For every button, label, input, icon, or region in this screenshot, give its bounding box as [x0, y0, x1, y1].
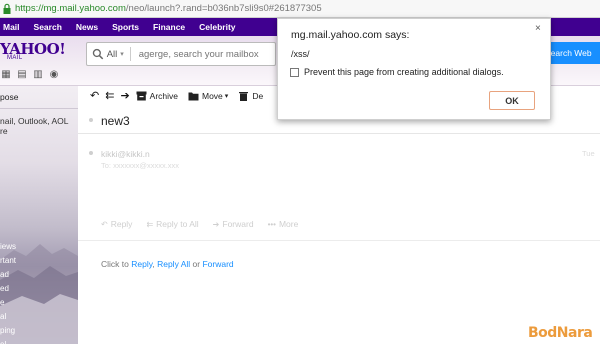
forward-action-button[interactable]: ➔ Forward	[213, 219, 254, 229]
message-subject: new3	[101, 114, 130, 128]
message-card: kikki@kikki.n To: xxxxxxx@xxxxx.xxx Tue …	[78, 143, 600, 241]
folder-item-views[interactable]: iews	[0, 240, 16, 254]
folder-list: iews rtant ad ed e al ping el	[0, 240, 16, 344]
reply-all-arrow-icon[interactable]: ⇇	[105, 91, 114, 102]
message-date: Tue	[582, 149, 595, 158]
message-sender[interactable]: kikki@kikki.n	[101, 149, 150, 159]
compose-button[interactable]: pose	[0, 92, 18, 102]
folder-icon	[188, 92, 199, 101]
sidebar-divider	[0, 108, 78, 109]
move-button[interactable]: Move ▾	[188, 91, 228, 101]
reply-all-action-button[interactable]: ⇇ Reply to All	[146, 219, 198, 229]
reply-arrow-icon[interactable]: ↶	[90, 91, 99, 102]
status-dot-icon	[89, 151, 93, 155]
calendar-icon[interactable]: ▦	[0, 69, 12, 80]
quick-reply-link[interactable]: Reply	[131, 259, 152, 269]
archive-button[interactable]: Archive	[136, 91, 178, 101]
checkbox-label: Prevent this page from creating addition…	[304, 67, 504, 77]
unread-dot-icon	[89, 118, 93, 122]
message-actions: ↶ Reply ⇇ Reply to All ➔ Forward ••• More	[101, 219, 298, 229]
checkbox-icon[interactable]	[290, 67, 299, 77]
nav-celebrity[interactable]: Celebrity	[199, 22, 235, 32]
url-text: https://mg.mail.yahoo.com/neo/launch?.ra…	[15, 3, 322, 14]
nav-search[interactable]: Search	[34, 22, 62, 32]
add-accounts-promo[interactable]: nail, Outlook, AOL re	[0, 116, 69, 136]
app-switcher: ▦ ▤ ▥ ◉	[0, 69, 60, 80]
delete-button[interactable]: De	[238, 91, 263, 101]
nav-news[interactable]: News	[76, 22, 98, 32]
logo-subtitle: MAIL	[7, 55, 23, 61]
bodnara-watermark: BodNara	[528, 325, 593, 341]
folder-item-unread[interactable]: ad	[0, 268, 16, 282]
folder-item-important[interactable]: rtant	[0, 254, 16, 268]
trash-icon	[239, 92, 249, 101]
dialog-title: mg.mail.yahoo.com says:	[291, 29, 410, 41]
search-divider	[129, 47, 131, 61]
left-sidebar: pose nail, Outlook, AOL re iews rtant ad…	[0, 86, 78, 344]
folder-item-travel[interactable]: el	[0, 338, 16, 344]
chevron-down-icon[interactable]: ▾	[120, 50, 124, 58]
lock-icon	[3, 3, 11, 14]
close-icon[interactable]: ×	[535, 23, 541, 34]
browser-url-bar[interactable]: https://mg.mail.yahoo.com/neo/launch?.ra…	[0, 0, 600, 18]
quick-reply-all-link[interactable]: Reply All	[157, 259, 190, 269]
search-icon	[92, 48, 104, 60]
search-scope[interactable]: All	[107, 49, 118, 60]
archive-icon	[136, 91, 147, 101]
message-recipient: To: xxxxxxx@xxxxx.xxx	[101, 161, 180, 170]
nav-finance[interactable]: Finance	[153, 22, 185, 32]
more-action-button[interactable]: ••• More	[268, 219, 299, 229]
ok-button[interactable]: OK	[489, 91, 535, 110]
message-pane: new3 kikki@kikki.n To: xxxxxxx@xxxxx.xxx…	[78, 106, 600, 344]
reply-action-button[interactable]: ↶ Reply	[101, 219, 132, 229]
reply-icon: ↶	[101, 219, 108, 229]
more-icon: •••	[267, 219, 276, 229]
quick-forward-link[interactable]: Forward	[202, 259, 233, 269]
prevent-dialogs-checkbox[interactable]: Prevent this page from creating addition…	[290, 67, 504, 77]
chevron-down-icon: ▾	[224, 93, 229, 100]
search-input[interactable]	[138, 48, 275, 60]
nav-mail[interactable]: Mail	[3, 22, 20, 32]
folder-item-people[interactable]: e	[0, 296, 16, 310]
quick-reply-bar: Click to Reply, Reply All or Forward	[101, 259, 234, 269]
javascript-alert-dialog: mg.mail.yahoo.com says: × /xss/ Prevent …	[277, 18, 551, 120]
forward-icon: ➔	[212, 219, 220, 229]
forward-arrow-icon[interactable]: ➔	[120, 91, 129, 102]
reply-all-icon: ⇇	[146, 219, 154, 229]
section-divider	[78, 240, 600, 241]
search-box[interactable]: All ▾	[86, 42, 276, 66]
folder-item-starred[interactable]: ed	[0, 282, 16, 296]
dialog-message: /xss/	[291, 49, 310, 59]
contacts-icon[interactable]: ▤	[16, 69, 28, 80]
notepad-icon[interactable]: ▥	[32, 69, 44, 80]
messenger-icon[interactable]: ◉	[48, 69, 60, 80]
nav-sports[interactable]: Sports	[112, 22, 139, 32]
folder-item-social[interactable]: al	[0, 310, 16, 324]
folder-item-shopping[interactable]: ping	[0, 324, 16, 338]
